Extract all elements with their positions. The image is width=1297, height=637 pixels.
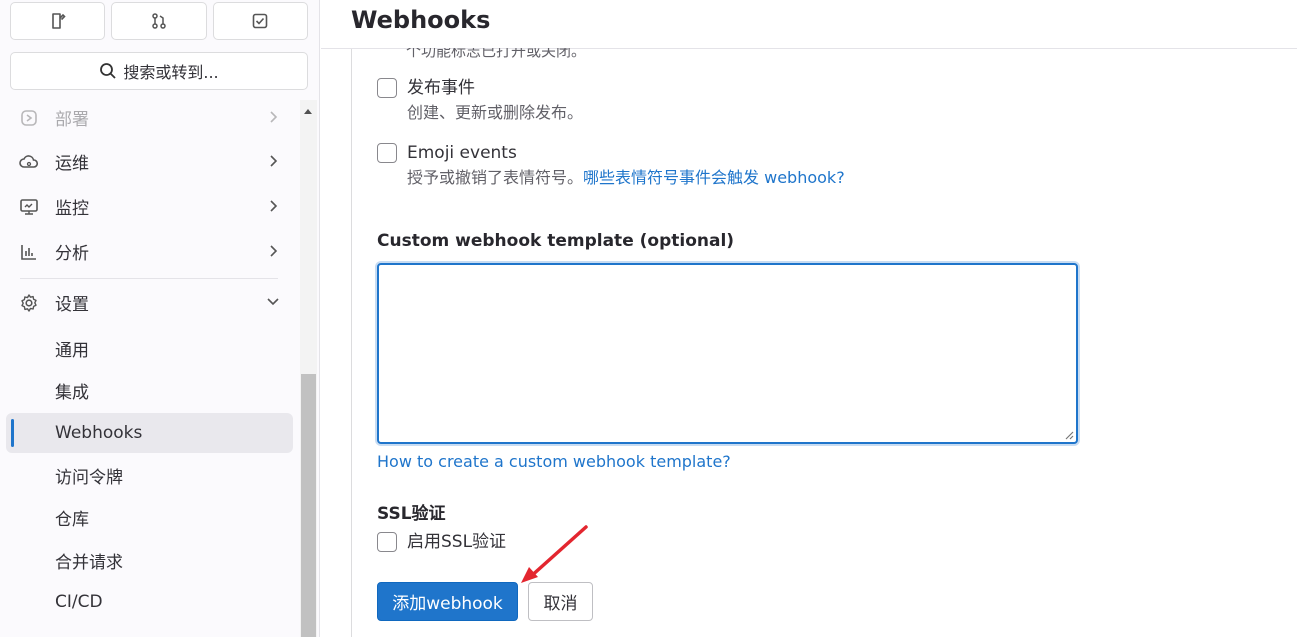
gear-icon bbox=[21, 294, 37, 312]
ssl-section-title: SSL验证 bbox=[377, 504, 446, 524]
resize-grip-icon[interactable] bbox=[1064, 430, 1074, 440]
sidebar-subitem-general[interactable]: 通用 bbox=[6, 328, 293, 368]
sidebar-item-label: 合并请求 bbox=[55, 552, 123, 573]
checkbox-label: 发布事件 bbox=[407, 78, 475, 98]
emoji-events-checkbox[interactable] bbox=[377, 143, 397, 163]
add-webhook-button[interactable]: 添加webhook bbox=[377, 582, 518, 621]
sidebar-scrollbar[interactable] bbox=[300, 100, 317, 637]
custom-template-help-link[interactable]: How to create a custom webhook template? bbox=[377, 452, 731, 471]
sidebar-subitem-webhooks[interactable]: Webhooks bbox=[6, 413, 293, 453]
annotation-arrow-icon bbox=[521, 525, 588, 583]
main-content: Webhooks 个功能标志已打开或关闭。 发布事件 创建、更新或删除发布。 E… bbox=[321, 0, 1297, 637]
search-label: 搜索或转到... bbox=[123, 63, 219, 82]
nav-divider bbox=[20, 278, 278, 279]
chevron-right-icon bbox=[270, 111, 278, 123]
search-button[interactable]: 搜索或转到... bbox=[10, 52, 308, 90]
sidebar-item-label: 通用 bbox=[55, 340, 89, 361]
sidebar-item-label: 部署 bbox=[55, 109, 89, 130]
ssl-verification-checkbox[interactable] bbox=[377, 532, 397, 552]
sidebar-item-label: 运维 bbox=[55, 153, 89, 174]
chevron-down-icon bbox=[267, 298, 279, 306]
todo-icon bbox=[253, 13, 268, 29]
release-events-checkbox[interactable] bbox=[377, 78, 397, 98]
help-link-suffix: ? bbox=[836, 168, 845, 187]
sidebar-subitem-cicd[interactable]: CI/CD bbox=[6, 582, 293, 622]
checkbox-label: Emoji events bbox=[407, 143, 517, 163]
deploy-icon bbox=[21, 110, 37, 126]
sidebar-nav: 部署 运维 监控 分析 设置 通用 集成 Webhooks 访问令牌 仓库 合并… bbox=[0, 100, 300, 637]
sidebar-subitem-repository[interactable]: 仓库 bbox=[6, 497, 293, 537]
issues-icon bbox=[51, 13, 66, 29]
page-title: Webhooks bbox=[351, 6, 491, 34]
scroll-up-arrow-icon[interactable] bbox=[304, 109, 312, 114]
sidebar-item-label: 仓库 bbox=[55, 509, 89, 530]
checkbox-label: 启用SSL验证 bbox=[407, 532, 507, 552]
sidebar-item-label: 分析 bbox=[55, 243, 89, 264]
sidebar-item-label: 访问令牌 bbox=[55, 467, 123, 488]
scrollbar-thumb[interactable] bbox=[301, 374, 316, 637]
merge-request-icon bbox=[152, 13, 166, 29]
custom-template-label: Custom webhook template (optional) bbox=[377, 231, 735, 251]
sidebar-subitem-access-tokens[interactable]: 访问令牌 bbox=[6, 455, 293, 495]
clipped-help-text: 个功能标志已打开或关闭。 bbox=[406, 42, 587, 60]
sidebar-item-label: 集成 bbox=[55, 382, 89, 403]
emoji-events-option: Emoji events 授予或撤销了表情符号。哪些表情符号事件会触发 webh… bbox=[377, 142, 845, 189]
cloud-ops-icon bbox=[19, 155, 39, 168]
sidebar-item-operate[interactable]: 运维 bbox=[6, 141, 293, 181]
chevron-right-icon bbox=[270, 155, 278, 167]
issues-button[interactable] bbox=[10, 2, 106, 40]
chart-icon bbox=[21, 245, 36, 260]
custom-template-textarea[interactable] bbox=[377, 263, 1078, 444]
sidebar-item-settings[interactable]: 设置 bbox=[6, 282, 293, 322]
search-icon bbox=[100, 63, 116, 79]
release-events-option: 发布事件 创建、更新或删除发布。 bbox=[377, 77, 583, 124]
sidebar-top-buttons bbox=[10, 2, 308, 40]
sidebar-item-monitor[interactable]: 监控 bbox=[6, 186, 293, 226]
sidebar-item-analyze[interactable]: 分析 bbox=[6, 231, 293, 271]
sidebar-subitem-merge-requests[interactable]: 合并请求 bbox=[6, 540, 293, 580]
sidebar-item-label: Webhooks bbox=[55, 423, 143, 443]
todos-button[interactable] bbox=[212, 2, 308, 40]
sidebar-subitem-integrations[interactable]: 集成 bbox=[6, 370, 293, 410]
sidebar-item-label: 设置 bbox=[55, 294, 89, 315]
chevron-right-icon bbox=[270, 245, 278, 257]
merge-requests-button[interactable] bbox=[111, 2, 207, 40]
sidebar-item-deploy[interactable]: 部署 bbox=[6, 100, 293, 137]
chevron-right-icon bbox=[270, 200, 278, 212]
emoji-events-help-link[interactable]: 哪些表情符号事件会触发 webhook bbox=[583, 168, 836, 187]
help-text: 授予或撤销了表情符号。 bbox=[407, 168, 584, 187]
monitor-icon bbox=[20, 199, 38, 215]
checkbox-help-text: 创建、更新或删除发布。 bbox=[407, 103, 584, 122]
sidebar-item-label: 监控 bbox=[55, 198, 89, 219]
sidebar-item-label: CI/CD bbox=[55, 592, 103, 612]
checkbox-help-text: 授予或撤销了表情符号。哪些表情符号事件会触发 webhook? bbox=[407, 167, 845, 189]
ssl-verification-option: 启用SSL验证 bbox=[377, 531, 506, 553]
sidebar: 搜索或转到... 部署 运维 监控 分析 设置 通用 集成 Webhooks 访… bbox=[0, 0, 320, 637]
cancel-button[interactable]: 取消 bbox=[528, 582, 593, 621]
